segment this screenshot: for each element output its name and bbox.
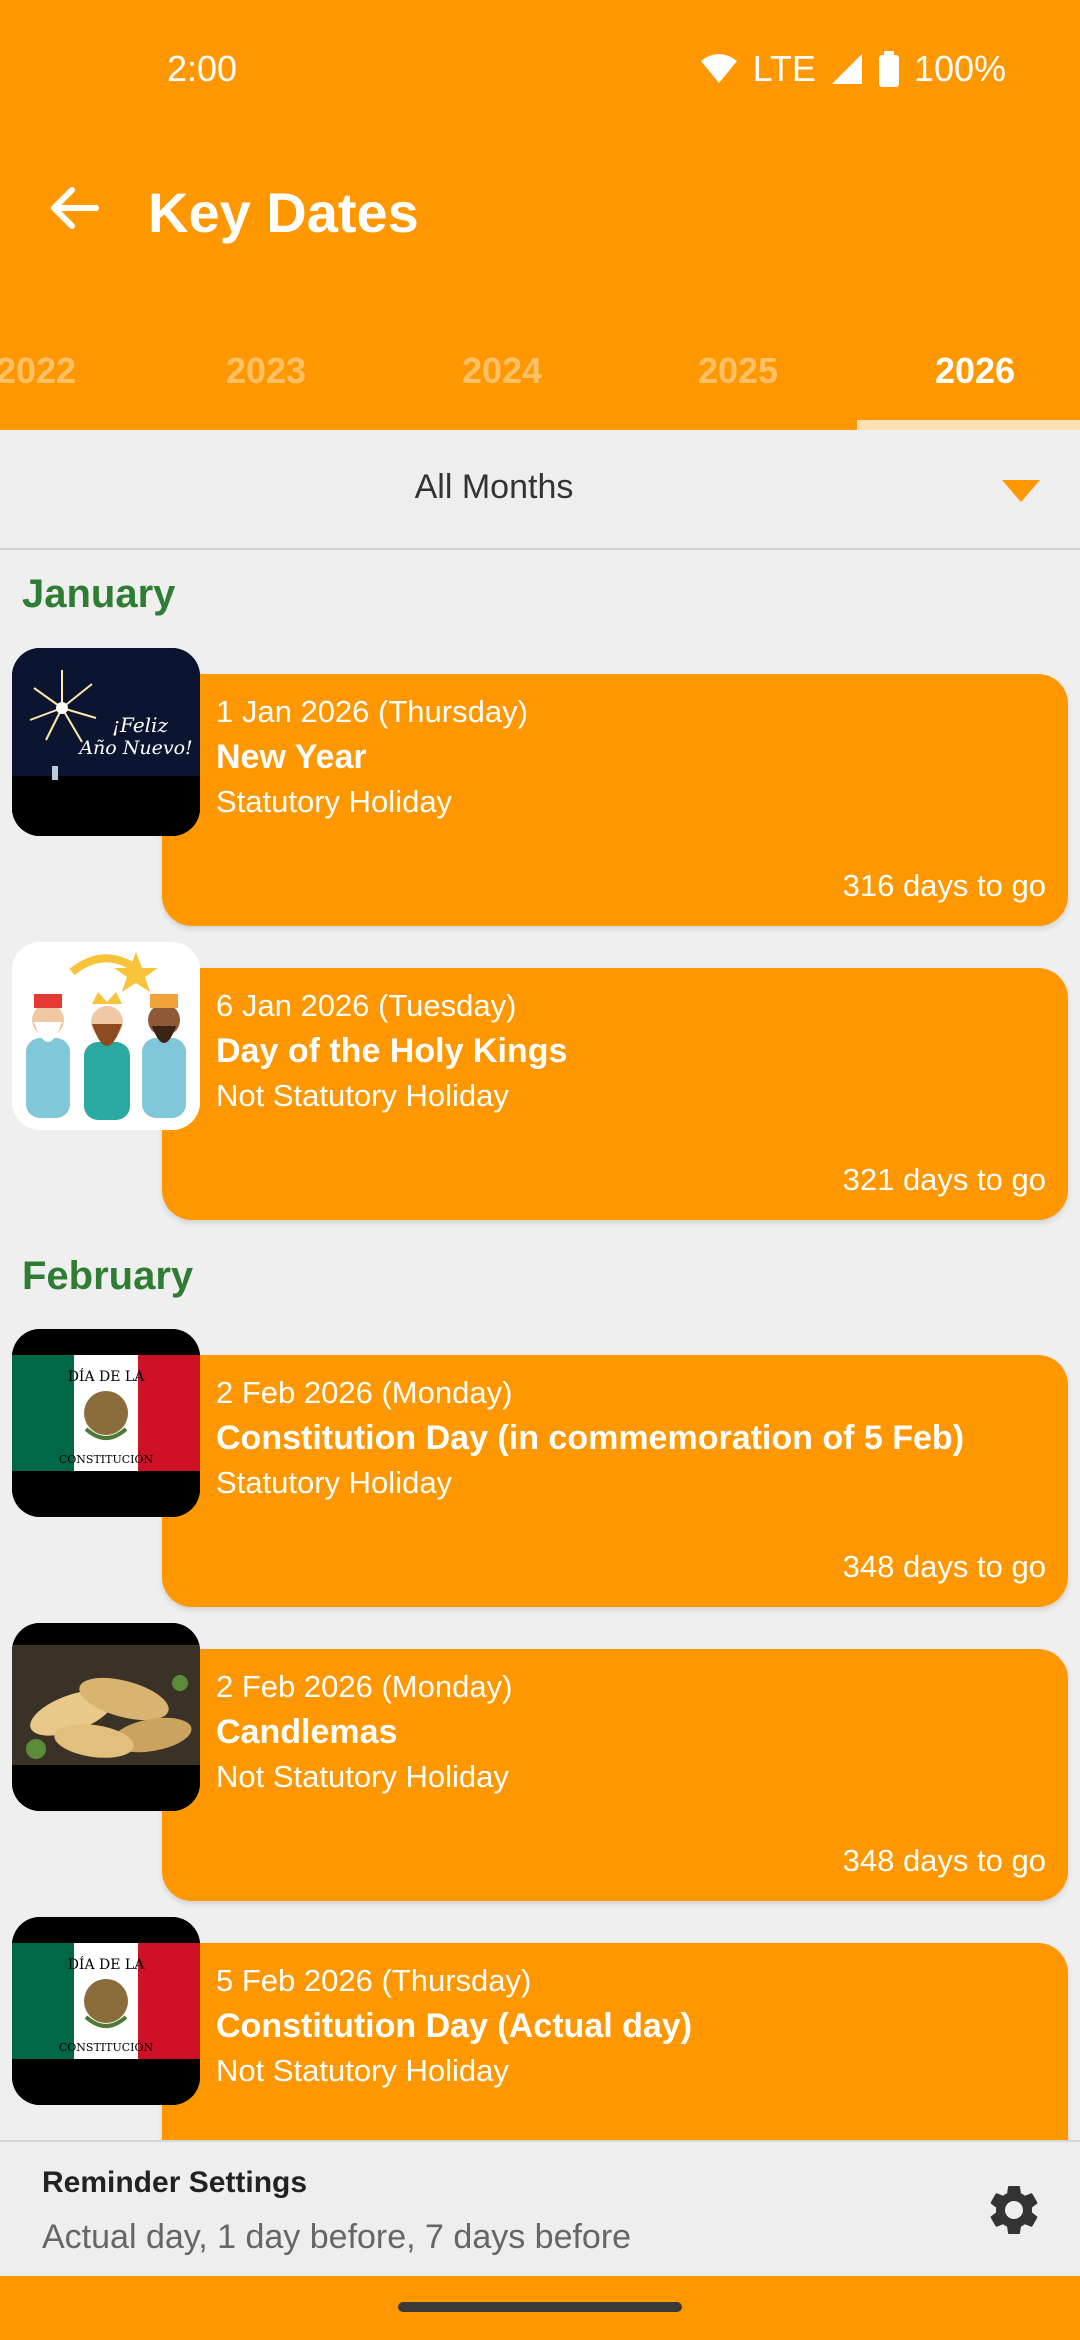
status-icons: LTE 100% [699,48,1006,90]
thumb-text-line2: CONSTITUCIÓN [59,2040,154,2054]
app-bar: Key Dates [0,140,1080,300]
dropdown-arrow-icon [1002,480,1040,502]
event-card[interactable]: 2 Feb 2026 (Monday) Candlemas Not Statut… [162,1649,1068,1901]
event-card[interactable]: 6 Jan 2026 (Tuesday) Day of the Holy Kin… [162,968,1068,1220]
event-card[interactable]: 1 Jan 2026 (Thursday) New Year Statutory… [162,674,1068,926]
event-date: 2 Feb 2026 (Monday) [216,1669,513,1704]
event-type: Statutory Holiday [216,1465,453,1500]
days-to-go: 348 days to go [842,1843,1046,1878]
days-to-go: 321 days to go [842,1162,1046,1197]
event-name: Candlemas [216,1713,398,1751]
month-filter-dropdown[interactable]: All Months [0,430,1080,550]
tab-2023[interactable]: 2023 [148,350,384,392]
event-name: Constitution Day (Actual day) [216,2007,693,2045]
status-bar: 2:00 LTE 100% [0,0,1080,140]
thumb-text-line2: Año Nuevo! [77,737,192,759]
event-type: Not Statutory Holiday [216,2053,509,2088]
arrow-back-icon [51,187,99,229]
days-to-go: 348 days to go [842,1549,1046,1584]
wifi-icon [700,54,737,83]
thumb-text-line2: CONSTITUCIÓN [59,1452,154,1466]
reminder-settings-bar[interactable]: Reminder Settings Actual day, 1 day befo… [0,2140,1080,2278]
back-button[interactable] [42,176,106,240]
tab-indicator [857,420,1080,430]
year-tabs: 2022 2023 2024 2025 2026 [0,300,1080,430]
days-to-go: 316 days to go [842,868,1046,903]
event-name: New Year [216,738,367,776]
tab-2025[interactable]: 2025 [620,350,856,392]
mexican-flag-image: DÍA DE LA CONSTITUCIÓN [12,1917,200,2105]
new-year-fireworks-image: ¡Feliz Año Nuevo! [12,648,200,836]
mexican-flag-image: DÍA DE LA CONSTITUCIÓN [12,1329,200,1517]
three-kings-image [12,942,200,1130]
thumb-text-line1: DÍA DE LA [68,1367,146,1385]
tamales-image [12,1623,200,1811]
thumb-text-line1: DÍA DE LA [68,1955,146,1973]
month-header-february: February [22,1254,194,1298]
signal-icon [831,54,862,84]
reminder-title: Reminder Settings [42,2166,308,2199]
event-date: 2 Feb 2026 (Monday) [216,1375,513,1410]
event-name: Constitution Day (in commemoration of 5 … [216,1419,965,1457]
battery-icon [878,51,899,87]
event-type: Not Statutory Holiday [216,1759,509,1794]
gear-icon[interactable] [984,2180,1044,2240]
event-card[interactable]: 2 Feb 2026 (Monday) Constitution Day (in… [162,1355,1068,1607]
event-date: 1 Jan 2026 (Thursday) [216,694,528,729]
navigation-bar [0,2276,1080,2340]
event-date: 6 Jan 2026 (Tuesday) [216,988,517,1023]
month-filter-label: All Months [414,468,574,506]
tab-2024[interactable]: 2024 [384,350,620,392]
page-title: Key Dates [148,181,419,244]
event-type: Statutory Holiday [216,784,453,819]
home-gesture-handle[interactable] [398,2302,682,2312]
event-date: 5 Feb 2026 (Thursday) [216,1963,532,1998]
reminder-subtitle: Actual day, 1 day before, 7 days before [42,2218,632,2256]
tab-2026[interactable]: 2026 [857,350,1080,392]
event-type: Not Statutory Holiday [216,1078,509,1113]
tab-2022[interactable]: 2022 [0,350,154,392]
battery-label: 100% [913,48,1006,89]
network-label: LTE [752,48,816,89]
event-name: Day of the Holy Kings [216,1032,568,1070]
thumb-text-line1: ¡Feliz [112,713,168,737]
month-header-january: January [22,572,176,616]
status-time: 2:00 [167,48,238,89]
